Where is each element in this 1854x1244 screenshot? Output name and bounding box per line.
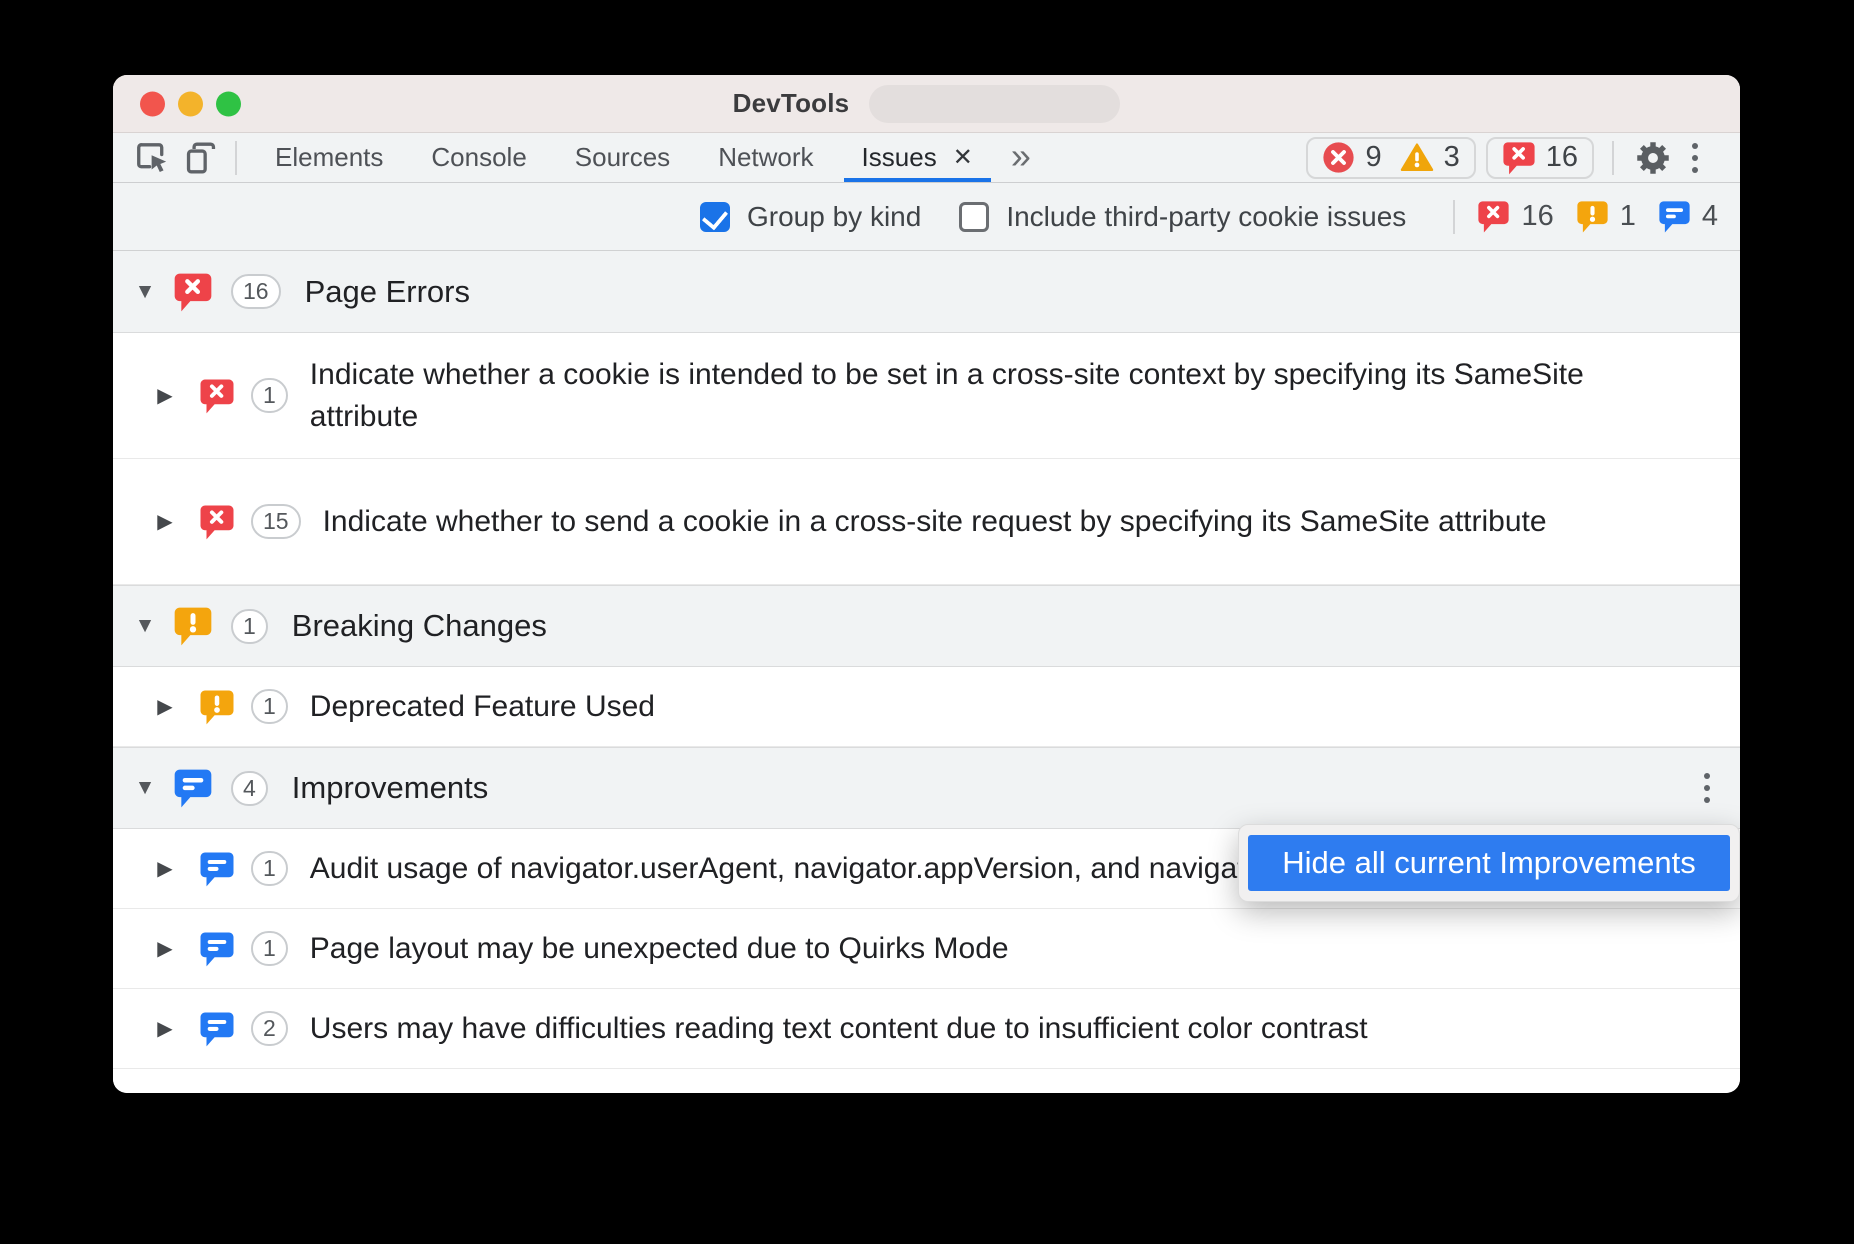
issue-title: Indicate whether a cookie is intended to… xyxy=(310,354,1630,438)
issues-list: ▼ 16 Page Errors ▶ 1 Indicate whether a … xyxy=(113,251,1740,1093)
issue-row[interactable]: ▶ 15 Indicate whether to send a cookie i… xyxy=(113,459,1740,585)
issue-row[interactable]: ▶ 1 Indicate whether a cookie is intende… xyxy=(113,333,1740,459)
chevron-right-icon[interactable]: ▶ xyxy=(149,1016,181,1041)
issues-filter-bar: Group by kind Include third-party cookie… xyxy=(113,183,1740,251)
issue-row[interactable]: ▶ 2 Users may have difficulties reading … xyxy=(113,989,1740,1069)
chevron-right-icon[interactable]: ▶ xyxy=(149,383,181,408)
section-header-improvements[interactable]: ▼ 4 Improvements xyxy=(113,747,1740,829)
menu-item-hide-all-improvements[interactable]: Hide all current Improvements xyxy=(1248,835,1730,891)
group-by-kind-label: Group by kind xyxy=(747,201,921,233)
issue-row[interactable]: ▶ 1 Deprecated Feature Used xyxy=(113,667,1740,747)
third-party-cookies-option: Include third-party cookie issues xyxy=(959,201,1406,233)
third-party-cookies-checkbox[interactable] xyxy=(959,202,989,232)
issue-improvement-bubble-icon xyxy=(199,1011,235,1047)
error-count: 9 xyxy=(1365,141,1381,174)
inspect-element-icon[interactable] xyxy=(133,138,173,178)
issue-title: Audit usage of navigator.userAgent, navi… xyxy=(310,848,1387,890)
section-title: Improvements xyxy=(292,770,488,806)
issue-error-bubble-icon xyxy=(1477,200,1510,233)
section-header-breaking-changes[interactable]: ▼ 1 Breaking Changes xyxy=(113,585,1740,667)
titlebar-redacted-area xyxy=(869,85,1120,123)
chevron-right-icon[interactable]: ▶ xyxy=(149,936,181,961)
issue-warning-bubble-icon xyxy=(173,606,213,646)
more-tabs-icon[interactable]: » xyxy=(1011,135,1031,177)
console-errors-warnings-badge[interactable]: 9 3 xyxy=(1306,137,1475,179)
zoom-window-button[interactable] xyxy=(216,91,241,116)
traffic-lights xyxy=(140,91,241,116)
issue-improvement-bubble-icon xyxy=(199,851,235,887)
issue-improvement-bubble-icon xyxy=(199,931,235,967)
section-title: Page Errors xyxy=(305,274,470,310)
close-window-button[interactable] xyxy=(140,91,165,116)
window-title: DevTools xyxy=(733,88,850,119)
tab-console[interactable]: Console xyxy=(407,133,550,182)
tab-sources[interactable]: Sources xyxy=(551,133,694,182)
tab-elements[interactable]: Elements xyxy=(251,133,407,182)
issue-warning-bubble-icon xyxy=(1576,200,1609,233)
issue-warning-bubble-icon xyxy=(199,689,235,725)
issues-count-badge[interactable]: 16 xyxy=(1486,137,1594,179)
tab-network[interactable]: Network xyxy=(694,133,837,182)
issues-count: 16 xyxy=(1546,141,1578,174)
section-count-badge: 16 xyxy=(231,274,281,309)
toolbar-divider xyxy=(235,141,237,175)
chevron-right-icon[interactable]: ▶ xyxy=(149,694,181,719)
section-count-badge: 1 xyxy=(231,609,268,644)
improvements-context-menu: Hide all current Improvements xyxy=(1238,824,1740,902)
issue-count-badge: 1 xyxy=(251,689,288,724)
issue-count-badge: 15 xyxy=(251,504,301,539)
improvements-counter: 4 xyxy=(1658,200,1718,233)
section-kebab-menu-icon[interactable] xyxy=(1704,773,1710,803)
issue-error-bubble-icon xyxy=(173,272,213,312)
issue-error-bubble-icon xyxy=(199,378,235,414)
chevron-down-icon[interactable]: ▼ xyxy=(129,776,161,800)
title-bar: DevTools xyxy=(113,75,1740,133)
issue-count-badge: 1 xyxy=(251,851,288,886)
issue-error-bubble-icon xyxy=(199,504,235,540)
tab-issues[interactable]: Issues ✕ xyxy=(838,133,997,182)
filter-divider xyxy=(1453,200,1455,234)
error-circle-icon xyxy=(1322,141,1355,174)
issue-title: Users may have difficulties reading text… xyxy=(310,1008,1368,1050)
page-errors-counter: 16 xyxy=(1477,200,1553,233)
section-header-page-errors[interactable]: ▼ 16 Page Errors xyxy=(113,251,1740,333)
gear-icon[interactable] xyxy=(1632,137,1674,179)
issue-error-bubble-icon xyxy=(1502,141,1536,175)
chevron-right-icon[interactable]: ▶ xyxy=(149,509,181,534)
device-toolbar-icon[interactable] xyxy=(181,138,221,178)
issue-improvement-bubble-icon xyxy=(1658,200,1691,233)
issue-count-badge: 1 xyxy=(251,378,288,413)
devtools-window: DevTools Elements Console Sources Networ… xyxy=(113,75,1740,1093)
group-by-kind-option: Group by kind xyxy=(700,201,921,233)
issue-row[interactable]: ▶ 1 Page layout may be unexpected due to… xyxy=(113,909,1740,989)
group-by-kind-checkbox[interactable] xyxy=(700,202,730,232)
warning-triangle-icon xyxy=(1400,141,1434,174)
chevron-down-icon[interactable]: ▼ xyxy=(129,280,161,304)
issue-improvement-bubble-icon xyxy=(173,768,213,808)
issue-count-badge: 2 xyxy=(251,1011,288,1046)
minimize-window-button[interactable] xyxy=(178,91,203,116)
warning-count: 3 xyxy=(1444,141,1460,174)
issue-title: Indicate whether to send a cookie in a c… xyxy=(323,501,1547,543)
third-party-cookies-label: Include third-party cookie issues xyxy=(1006,201,1406,233)
section-count-badge: 4 xyxy=(231,771,268,806)
chevron-right-icon[interactable]: ▶ xyxy=(149,856,181,881)
issue-title: Page layout may be unexpected due to Qui… xyxy=(310,928,1009,970)
issue-count-badge: 1 xyxy=(251,931,288,966)
devtools-tab-bar: Elements Console Sources Network Issues … xyxy=(113,133,1740,183)
toolbar-divider xyxy=(1612,141,1614,175)
chevron-down-icon[interactable]: ▼ xyxy=(129,614,161,638)
breaking-changes-counter: 1 xyxy=(1576,200,1636,233)
close-icon[interactable]: ✕ xyxy=(953,143,973,172)
kebab-menu-icon[interactable] xyxy=(1674,137,1716,179)
issue-title: Deprecated Feature Used xyxy=(310,686,655,728)
section-title: Breaking Changes xyxy=(292,608,547,644)
